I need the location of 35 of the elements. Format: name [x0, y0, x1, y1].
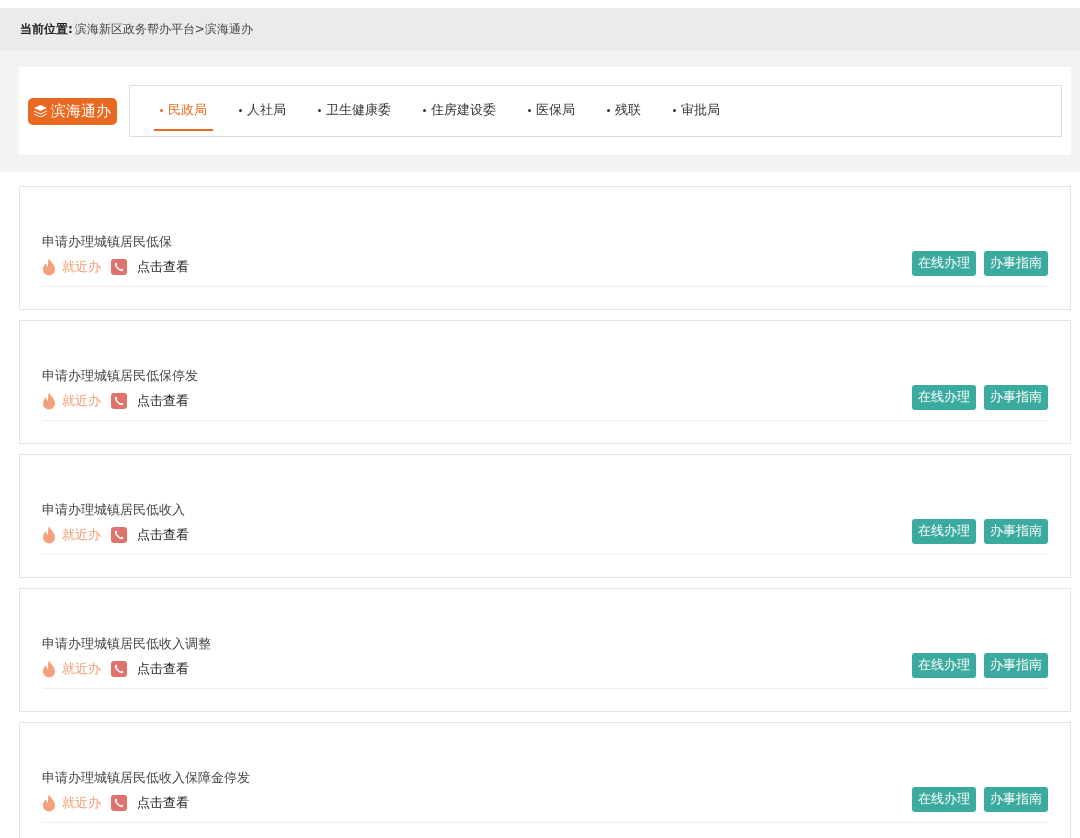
phone-icon [111, 393, 127, 409]
breadcrumb-path: 滨海新区政务帮办平台>滨海通办 [74, 20, 253, 38]
phone-icon [111, 259, 127, 275]
contact-link[interactable]: 点击查看 [137, 392, 189, 410]
department-tab[interactable]: 人社局 [233, 91, 292, 131]
phone-icon [111, 661, 127, 677]
contact-link[interactable]: 点击查看 [137, 258, 189, 276]
service-title: 申请办理城镇居民低保停发 [42, 367, 198, 385]
flame-icon [42, 660, 56, 678]
phone-icon [111, 795, 127, 811]
nearby-label: 就近办 [62, 258, 101, 276]
nearby-label: 就近办 [62, 392, 101, 410]
phone-icon [111, 527, 127, 543]
contact-link[interactable]: 点击查看 [137, 660, 189, 678]
brand-title: 滨海通办 [51, 101, 111, 121]
nearby-label: 就近办 [62, 794, 101, 812]
flame-icon [42, 258, 56, 276]
service-title: 申请办理城镇居民低收入 [42, 501, 186, 519]
nearby-label: 就近办 [62, 660, 101, 678]
service-title: 申请办理城镇居民低收入保障金停发 [42, 769, 250, 787]
department-tab[interactable]: 卫生健康委 [312, 91, 397, 131]
nearby-label: 就近办 [62, 526, 101, 544]
flame-icon [42, 794, 56, 812]
layers-icon [34, 105, 47, 117]
department-tab[interactable]: 审批局 [667, 91, 726, 131]
department-tab[interactable]: 残联 [601, 91, 647, 131]
contact-link[interactable]: 点击查看 [137, 526, 189, 544]
flame-icon [42, 526, 56, 544]
service-title: 申请办理城镇居民低保 [42, 233, 173, 251]
contact-link[interactable]: 点击查看 [137, 794, 189, 812]
department-tab[interactable]: 住房建设委 [417, 91, 502, 131]
service-title: 申请办理城镇居民低收入调整 [42, 635, 211, 653]
flame-icon [42, 392, 56, 410]
breadcrumb-label: 当前位置: [20, 20, 73, 38]
department-tab[interactable]: 医保局 [522, 91, 581, 131]
